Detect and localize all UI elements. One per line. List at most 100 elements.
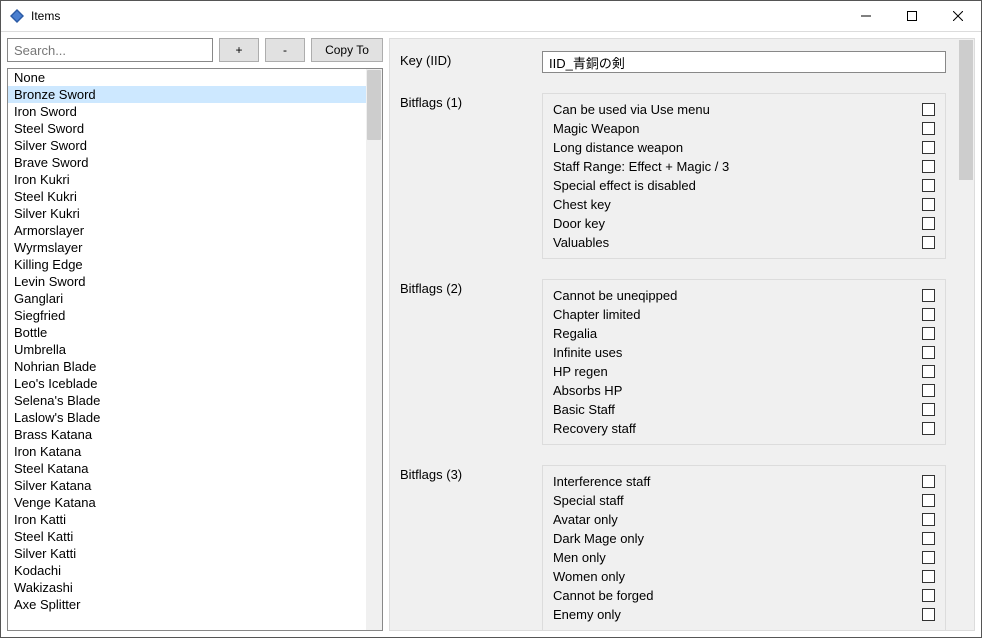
checkbox-row: Chapter limited bbox=[553, 305, 935, 324]
checkbox[interactable] bbox=[922, 308, 935, 321]
checkbox-label: Avatar only bbox=[553, 512, 922, 527]
checkbox[interactable] bbox=[922, 494, 935, 507]
window-buttons bbox=[843, 1, 981, 31]
checkbox[interactable] bbox=[922, 103, 935, 116]
checkbox-label: Door key bbox=[553, 216, 922, 231]
list-item[interactable]: Kodachi bbox=[8, 562, 366, 579]
checkbox-row: Infinite uses bbox=[553, 343, 935, 362]
checkbox[interactable] bbox=[922, 122, 935, 135]
checkbox-row: Basic Staff bbox=[553, 400, 935, 419]
checkbox[interactable] bbox=[922, 532, 935, 545]
list-item[interactable]: Silver Katti bbox=[8, 545, 366, 562]
checkbox[interactable] bbox=[922, 289, 935, 302]
checkbox[interactable] bbox=[922, 403, 935, 416]
list-item[interactable]: Ganglari bbox=[8, 290, 366, 307]
checkbox-label: Staff Range: Effect + Magic / 3 bbox=[553, 159, 922, 174]
add-button[interactable]: + bbox=[219, 38, 259, 62]
list-item[interactable]: Iron Kukri bbox=[8, 171, 366, 188]
window-title: Items bbox=[31, 9, 843, 23]
list-item[interactable]: Steel Kukri bbox=[8, 188, 366, 205]
checkbox[interactable] bbox=[922, 608, 935, 621]
list-item[interactable]: Armorslayer bbox=[8, 222, 366, 239]
list-item[interactable]: Silver Katana bbox=[8, 477, 366, 494]
list-item[interactable]: Brave Sword bbox=[8, 154, 366, 171]
minimize-button[interactable] bbox=[843, 1, 889, 31]
checkbox[interactable] bbox=[922, 384, 935, 397]
checkbox[interactable] bbox=[922, 475, 935, 488]
remove-button[interactable]: - bbox=[265, 38, 305, 62]
checkbox-label: Special staff bbox=[553, 493, 922, 508]
checkbox-label: Recovery staff bbox=[553, 421, 922, 436]
checkbox[interactable] bbox=[922, 160, 935, 173]
checkbox-label: Magic Weapon bbox=[553, 121, 922, 136]
checkbox[interactable] bbox=[922, 570, 935, 583]
checkbox-row: Valuables bbox=[553, 233, 935, 252]
key-input[interactable] bbox=[542, 51, 946, 73]
checkbox-label: Men only bbox=[553, 550, 922, 565]
scrollbar-thumb[interactable] bbox=[367, 70, 381, 140]
checkbox[interactable] bbox=[922, 422, 935, 435]
list-item[interactable]: Siegfried bbox=[8, 307, 366, 324]
checkbox-row: Cannot be uneqipped bbox=[553, 286, 935, 305]
list-item[interactable]: Bronze Sword bbox=[8, 86, 366, 103]
item-list[interactable]: NoneBronze SwordIron SwordSteel SwordSil… bbox=[7, 68, 383, 631]
checkbox[interactable] bbox=[922, 141, 935, 154]
scrollbar-thumb[interactable] bbox=[959, 40, 973, 180]
checkbox[interactable] bbox=[922, 513, 935, 526]
checkbox-row: Women only bbox=[553, 567, 935, 586]
checkbox[interactable] bbox=[922, 217, 935, 230]
bitflags-group: Can be used via Use menuMagic WeaponLong… bbox=[542, 93, 946, 259]
checkbox[interactable] bbox=[922, 365, 935, 378]
list-item[interactable]: Laslow's Blade bbox=[8, 409, 366, 426]
list-item[interactable]: Umbrella bbox=[8, 341, 366, 358]
bitflags-group: Cannot be uneqippedChapter limitedRegali… bbox=[542, 279, 946, 445]
group-label: Bitflags (1) bbox=[400, 93, 542, 110]
copy-to-button[interactable]: Copy To bbox=[311, 38, 383, 62]
checkbox-label: Can be used via Use menu bbox=[553, 102, 922, 117]
list-item[interactable]: Silver Kukri bbox=[8, 205, 366, 222]
checkbox[interactable] bbox=[922, 346, 935, 359]
checkbox[interactable] bbox=[922, 179, 935, 192]
scrollbar-vertical[interactable] bbox=[958, 39, 974, 630]
list-item[interactable]: Axe Splitter bbox=[8, 596, 366, 613]
list-item[interactable]: None bbox=[8, 69, 366, 86]
list-item[interactable]: Iron Katti bbox=[8, 511, 366, 528]
checkbox-row: Chest key bbox=[553, 195, 935, 214]
list-item[interactable]: Iron Sword bbox=[8, 103, 366, 120]
checkbox-label: Chapter limited bbox=[553, 307, 922, 322]
checkbox[interactable] bbox=[922, 589, 935, 602]
checkbox[interactable] bbox=[922, 198, 935, 211]
scrollbar-vertical[interactable] bbox=[366, 69, 382, 630]
checkbox[interactable] bbox=[922, 551, 935, 564]
list-item[interactable]: Leo's Iceblade bbox=[8, 375, 366, 392]
right-panel: Key (IID) Bitflags (1) Can be used via Use… bbox=[389, 38, 975, 631]
search-input[interactable] bbox=[7, 38, 213, 62]
list-item[interactable]: Levin Sword bbox=[8, 273, 366, 290]
checkbox-row: Recovery staff bbox=[553, 419, 935, 438]
maximize-button[interactable] bbox=[889, 1, 935, 31]
left-toolbar: + - Copy To bbox=[7, 38, 383, 62]
left-panel: + - Copy To NoneBronze SwordIron SwordSt… bbox=[7, 38, 383, 631]
list-item[interactable]: Wyrmslayer bbox=[8, 239, 366, 256]
list-item[interactable]: Killing Edge bbox=[8, 256, 366, 273]
list-item[interactable]: Selena's Blade bbox=[8, 392, 366, 409]
list-item[interactable]: Nohrian Blade bbox=[8, 358, 366, 375]
checkbox-row: Dark Mage only bbox=[553, 529, 935, 548]
list-item[interactable]: Silver Sword bbox=[8, 137, 366, 154]
list-item[interactable]: Steel Katana bbox=[8, 460, 366, 477]
checkbox[interactable] bbox=[922, 327, 935, 340]
checkbox-label: Women only bbox=[553, 569, 922, 584]
checkbox-label: Absorbs HP bbox=[553, 383, 922, 398]
bitflags-group: Interference staffSpecial staffAvatar on… bbox=[542, 465, 946, 630]
list-item[interactable]: Venge Katana bbox=[8, 494, 366, 511]
checkbox-row: Magic Weapon bbox=[553, 119, 935, 138]
list-item[interactable]: Wakizashi bbox=[8, 579, 366, 596]
list-item[interactable]: Bottle bbox=[8, 324, 366, 341]
list-item[interactable]: Brass Katana bbox=[8, 426, 366, 443]
list-item[interactable]: Steel Katti bbox=[8, 528, 366, 545]
list-item[interactable]: Steel Sword bbox=[8, 120, 366, 137]
list-item[interactable]: Iron Katana bbox=[8, 443, 366, 460]
checkbox[interactable] bbox=[922, 236, 935, 249]
close-button[interactable] bbox=[935, 1, 981, 31]
key-label: Key (IID) bbox=[400, 51, 542, 68]
